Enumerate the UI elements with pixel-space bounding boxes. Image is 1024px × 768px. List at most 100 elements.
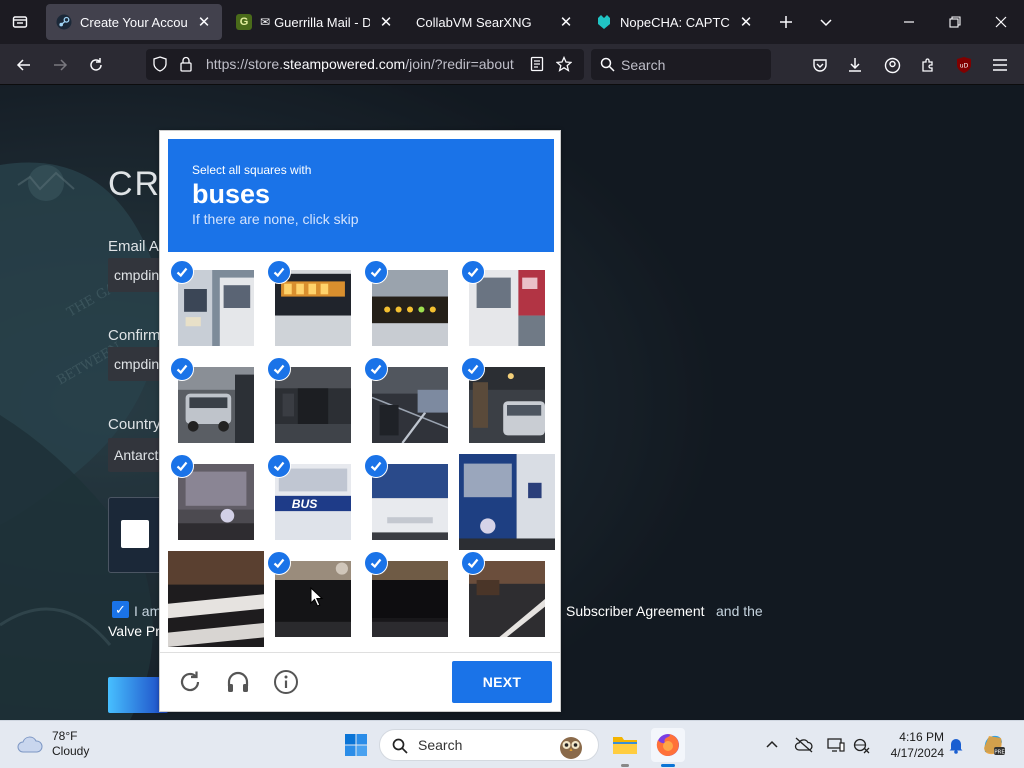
search-placeholder: Search bbox=[621, 56, 666, 73]
forward-icon[interactable] bbox=[45, 50, 75, 80]
url-domain: steampowered.com bbox=[283, 56, 406, 72]
search-icon bbox=[392, 738, 408, 757]
image-grid: BUS bbox=[168, 260, 555, 647]
shield-icon[interactable] bbox=[152, 56, 168, 75]
mail-icon: ✉ bbox=[260, 15, 271, 29]
search-bar[interactable]: Search bbox=[591, 49, 771, 80]
new-tab-icon[interactable] bbox=[770, 8, 802, 36]
image-tile[interactable] bbox=[168, 357, 264, 453]
image-tile[interactable]: BUS bbox=[265, 454, 361, 550]
close-tab-icon[interactable]: ✕ bbox=[378, 13, 394, 31]
tab-nopecha[interactable]: NopeCHA: CAPTCHA S ✕ bbox=[586, 4, 764, 40]
start-icon[interactable] bbox=[339, 728, 373, 762]
cloud-icon bbox=[17, 736, 43, 753]
search-icon bbox=[600, 57, 615, 75]
next-button[interactable]: NEXT bbox=[452, 661, 552, 703]
firefox-taskbar-icon[interactable] bbox=[651, 728, 685, 762]
tab-bar: Create Your Account ✕ G ✉ Guerrilla Mail… bbox=[0, 0, 1024, 44]
url-text[interactable]: https://store.steampowered.com/join/?red… bbox=[206, 56, 526, 72]
image-tile[interactable] bbox=[168, 260, 264, 356]
valve-privacy-link[interactable]: Valve Pr bbox=[108, 623, 160, 639]
country-label: Country bbox=[108, 416, 161, 433]
tile-selected-check-icon bbox=[364, 551, 388, 575]
notifications-bell-icon[interactable] bbox=[946, 735, 966, 755]
recaptcha-checkbox[interactable] bbox=[121, 520, 149, 548]
reload-challenge-icon[interactable] bbox=[175, 667, 205, 697]
image-tile[interactable] bbox=[362, 357, 458, 453]
agree-after-text: and the bbox=[716, 603, 763, 619]
image-tile[interactable] bbox=[362, 260, 458, 356]
tab-label: Create Your Account bbox=[80, 14, 188, 30]
display-icon[interactable] bbox=[826, 735, 846, 755]
downloads-icon[interactable] bbox=[840, 50, 870, 80]
tile-selected-check-icon bbox=[364, 454, 388, 478]
back-icon[interactable] bbox=[9, 50, 39, 80]
close-window-icon[interactable] bbox=[978, 8, 1024, 36]
tile-selected-check-icon bbox=[364, 260, 388, 284]
list-tabs-icon[interactable] bbox=[810, 8, 842, 36]
close-tab-icon[interactable]: ✕ bbox=[196, 13, 212, 31]
taskbar-search[interactable]: Search bbox=[379, 729, 599, 761]
open-app-indicator bbox=[621, 764, 629, 767]
menu-icon[interactable] bbox=[985, 50, 1015, 80]
subscriber-agreement-link[interactable]: Subscriber Agreement bbox=[566, 603, 705, 619]
tile-selected-check-icon bbox=[267, 260, 291, 284]
mouse-cursor-icon bbox=[310, 587, 324, 607]
copilot-icon[interactable]: PRE bbox=[980, 732, 1006, 758]
svg-text:BUS: BUS bbox=[292, 497, 318, 511]
reader-view-icon[interactable] bbox=[529, 56, 545, 75]
restore-icon[interactable] bbox=[932, 8, 978, 36]
image-tile[interactable] bbox=[362, 454, 458, 550]
tab-searxng[interactable]: CollabVM SearXNG ✕ bbox=[406, 4, 584, 40]
image-tile[interactable] bbox=[168, 454, 264, 550]
url-prefix: https://store. bbox=[206, 56, 284, 72]
bookmark-star-icon[interactable] bbox=[555, 55, 573, 75]
tab-create-account[interactable]: Create Your Account ✕ bbox=[46, 4, 222, 40]
tile-selected-check-icon bbox=[267, 454, 291, 478]
image-tile[interactable] bbox=[459, 260, 555, 356]
image-tile[interactable] bbox=[459, 454, 555, 550]
url-path: /join/?redir=about bbox=[405, 56, 514, 72]
steam-favicon-icon bbox=[56, 14, 72, 30]
url-bar[interactable]: https://store.steampowered.com/join/?red… bbox=[146, 49, 584, 80]
system-clock[interactable]: 4:16 PM 4/17/2024 bbox=[882, 729, 944, 761]
info-icon[interactable] bbox=[271, 667, 301, 697]
tile-image bbox=[168, 551, 264, 647]
close-tab-icon[interactable]: ✕ bbox=[738, 13, 754, 31]
network-disconnected-icon[interactable] bbox=[852, 735, 872, 755]
nopecha-favicon-icon bbox=[596, 14, 612, 30]
show-hidden-icons-chevron-icon[interactable] bbox=[762, 735, 782, 755]
svg-text:PRE: PRE bbox=[994, 749, 1005, 755]
extensions-icon[interactable] bbox=[913, 50, 943, 80]
lock-icon[interactable] bbox=[179, 56, 193, 75]
pocket-icon[interactable] bbox=[805, 50, 835, 80]
image-tile[interactable] bbox=[459, 357, 555, 453]
weather-temperature: 78°F bbox=[52, 729, 78, 743]
audio-challenge-icon[interactable] bbox=[223, 667, 253, 697]
minimize-icon[interactable] bbox=[886, 8, 932, 36]
tab-label: CollabVM SearXNG bbox=[416, 14, 532, 30]
weather-widget[interactable]: 78°F Cloudy bbox=[16, 729, 89, 759]
image-tile[interactable] bbox=[362, 551, 458, 647]
tile-selected-check-icon bbox=[461, 357, 485, 381]
file-explorer-icon[interactable] bbox=[608, 728, 642, 762]
tile-selected-check-icon bbox=[170, 260, 194, 284]
confirm-email-label: Confirm bbox=[108, 327, 161, 344]
challenge-subtext: If there are none, click skip bbox=[192, 211, 359, 227]
onedrive-offline-icon[interactable] bbox=[794, 735, 814, 755]
challenge-header: Select all squares with buses If there a… bbox=[168, 139, 554, 252]
account-icon[interactable] bbox=[877, 50, 907, 80]
search-highlight-owl-icon bbox=[556, 732, 586, 763]
agree-checkbox[interactable]: ✓ bbox=[112, 601, 129, 618]
reload-icon[interactable] bbox=[81, 50, 111, 80]
image-tile[interactable] bbox=[168, 551, 264, 647]
footer-divider bbox=[160, 652, 560, 653]
ublock-origin-icon[interactable]: uD bbox=[949, 50, 979, 80]
image-tile[interactable] bbox=[265, 357, 361, 453]
close-tab-icon[interactable]: ✕ bbox=[558, 13, 574, 31]
image-tile[interactable] bbox=[459, 551, 555, 647]
challenge-instruction: Select all squares with bbox=[192, 163, 312, 177]
tab-guerrilla-mail[interactable]: G ✉ Guerrilla Mail - Disp ✕ bbox=[226, 4, 404, 40]
image-tile[interactable] bbox=[265, 260, 361, 356]
firefox-view-icon[interactable] bbox=[6, 8, 34, 36]
